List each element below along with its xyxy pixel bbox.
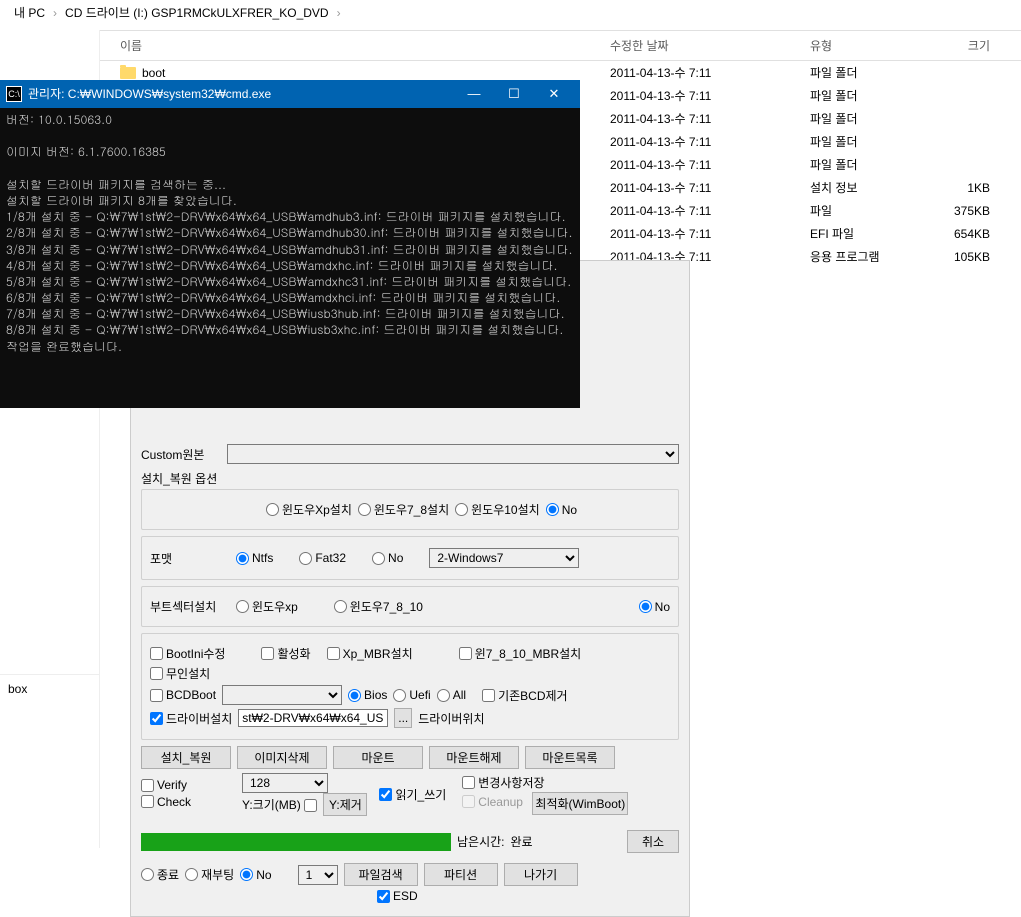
reboot-radio[interactable]: 재부팅	[185, 866, 234, 883]
maximize-icon[interactable]: ☐	[494, 85, 534, 103]
boot-no-radio[interactable]: No	[639, 600, 670, 614]
cmd-title-text: 관리자: C:₩WINDOWS₩system32₩cmd.exe	[28, 86, 454, 102]
filesearch-button[interactable]: 파일검색	[344, 863, 418, 886]
ysize-label: Y:크기(MB)	[242, 798, 301, 812]
format-label: 포맷	[150, 550, 230, 567]
col-date[interactable]: 수정한 날짜	[600, 37, 800, 54]
col-size[interactable]: 크기	[920, 37, 1000, 54]
done-label: 완료	[511, 833, 533, 850]
cmd-text: 버전: 10.0.15063.0 이미지 버전: 6.1.7600.16385 …	[6, 112, 574, 355]
cancel-button[interactable]: 취소	[627, 830, 679, 853]
chevron-right-icon: ›	[337, 6, 341, 20]
yremove-button[interactable]: Y:제거	[323, 793, 367, 816]
bios-radio[interactable]: Bios	[348, 688, 387, 702]
tree-item[interactable]: box	[0, 679, 99, 699]
shutdown-radio[interactable]: 종료	[141, 866, 179, 883]
bootini-checkbox[interactable]: BootIni수정	[150, 645, 225, 662]
driver-checkbox[interactable]: 드라이버설치	[150, 710, 232, 727]
partition-button[interactable]: 파티션	[424, 863, 498, 886]
install-button[interactable]: 설치_복원	[141, 746, 231, 769]
count-select[interactable]: 1	[298, 865, 338, 885]
xpmbr-checkbox[interactable]: Xp_MBR설치	[327, 645, 413, 662]
bcdboot-checkbox[interactable]: BCDBoot	[150, 688, 216, 702]
w78-install-radio[interactable]: 윈도우7_8설치	[358, 501, 449, 518]
bcdremove-checkbox[interactable]: 기존BCD제거	[482, 687, 568, 704]
optimize-button[interactable]: 최적화(WimBoot)	[532, 792, 628, 815]
check-checkbox[interactable]: Check	[141, 795, 191, 809]
custom-label: Custom원본	[141, 446, 221, 463]
mount-button[interactable]: 마운트	[333, 746, 423, 769]
chevron-right-icon: ›	[53, 6, 57, 20]
breadcrumb-item[interactable]: 내 PC	[14, 4, 45, 21]
bootsector-group: 부트섹터설치 윈도우xp 윈도우7_8_10 No	[141, 586, 679, 627]
fat32-radio[interactable]: Fat32	[299, 551, 346, 565]
savechanges-checkbox[interactable]: 변경사항저장	[462, 774, 544, 791]
all-radio[interactable]: All	[437, 688, 466, 702]
esd-checkbox[interactable]: ESD	[377, 889, 418, 903]
install-options-label: 설치_복원 옵션	[141, 470, 679, 487]
column-headers[interactable]: 이름 수정한 날짜 유형 크기	[100, 30, 1021, 61]
remain-label: 남은시간:	[457, 833, 505, 850]
format-group: 포맷 Ntfs Fat32 No 2-Windows7	[141, 536, 679, 580]
driver-browse-button[interactable]: ...	[394, 708, 412, 728]
cmd-titlebar[interactable]: C:\ 관리자: C:₩WINDOWS₩system32₩cmd.exe — ☐…	[0, 80, 580, 108]
bootsector-label: 부트섹터설치	[150, 598, 230, 615]
cmd-icon: C:\	[6, 86, 22, 102]
boot-w78-radio[interactable]: 윈도우7_8_10	[334, 598, 423, 615]
breadcrumb-item[interactable]: CD 드라이브 (I:) GSP1RMCkULXFRER_KO_DVD	[65, 4, 329, 21]
install-group: 윈도우Xp설치 윈도우7_8설치 윈도우10설치 No	[141, 489, 679, 530]
w10-install-radio[interactable]: 윈도우10설치	[455, 501, 540, 518]
fmt-no-radio[interactable]: No	[372, 551, 403, 565]
options-group: BootIni수정 활성화 Xp_MBR설치 윈7_8_10_MBR설치 무인설…	[141, 633, 679, 740]
cmd-window[interactable]: C:\ 관리자: C:₩WINDOWS₩system32₩cmd.exe — ☐…	[0, 80, 580, 408]
xp-install-radio[interactable]: 윈도우Xp설치	[266, 501, 352, 518]
cmd-output[interactable]: 버전: 10.0.15063.0 이미지 버전: 6.1.7600.16385 …	[0, 108, 580, 408]
uefi-radio[interactable]: Uefi	[393, 688, 430, 702]
ysize-checkbox[interactable]	[304, 799, 317, 812]
folder-icon	[120, 67, 136, 79]
readwrite-checkbox[interactable]: 읽기_쓰기	[379, 786, 446, 803]
ntfs-radio[interactable]: Ntfs	[236, 551, 273, 565]
col-type[interactable]: 유형	[800, 37, 920, 54]
size-select[interactable]: 128	[242, 773, 328, 793]
w78mbr-checkbox[interactable]: 윈7_8_10_MBR설치	[459, 645, 582, 662]
driver-location-label: 드라이버위치	[418, 710, 484, 727]
verify-checkbox[interactable]: Verify	[141, 778, 187, 792]
cleanup-checkbox[interactable]: Cleanup	[462, 795, 523, 809]
enable-checkbox[interactable]: 활성화	[261, 645, 310, 662]
breadcrumb[interactable]: 내 PC › CD 드라이브 (I:) GSP1RMCkULXFRER_KO_D…	[0, 0, 1021, 25]
unmount-button[interactable]: 마운트해제	[429, 746, 519, 769]
unattend-checkbox[interactable]: 무인설치	[150, 665, 210, 682]
custom-select[interactable]	[227, 444, 679, 464]
driver-path-input[interactable]	[238, 709, 388, 727]
no-install-radio[interactable]: No	[546, 503, 577, 517]
bcdboot-select[interactable]	[222, 685, 342, 705]
format-target-select[interactable]: 2-Windows7	[429, 548, 579, 568]
end-no-radio[interactable]: No	[240, 868, 271, 882]
imgdelete-button[interactable]: 이미지삭제	[237, 746, 327, 769]
col-name[interactable]: 이름	[100, 37, 600, 54]
boot-xp-radio[interactable]: 윈도우xp	[236, 598, 298, 615]
mountlist-button[interactable]: 마운트목록	[525, 746, 615, 769]
close-icon[interactable]: ✕	[534, 85, 574, 103]
exit-button[interactable]: 나가기	[504, 863, 578, 886]
minimize-icon[interactable]: —	[454, 85, 494, 103]
